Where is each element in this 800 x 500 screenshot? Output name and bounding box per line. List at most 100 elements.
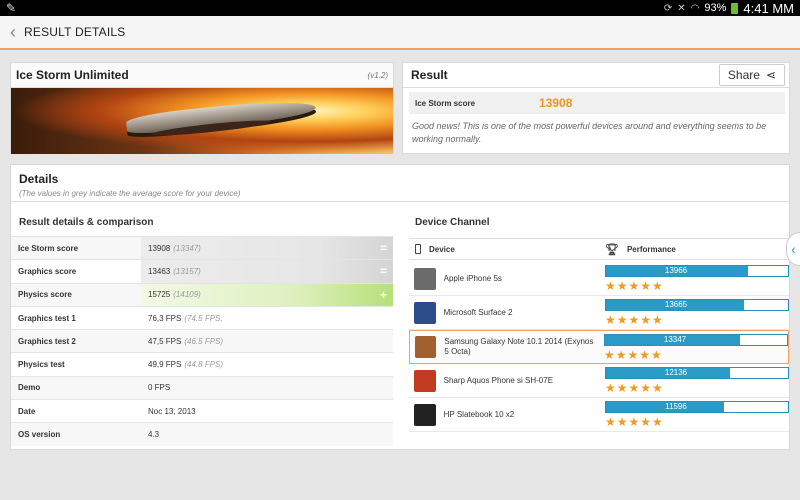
rating-stars: ★★★★★ [605, 415, 664, 429]
result-details-table: Ice Storm score 13908 (13347) = Graphics sco… [11, 236, 393, 446]
divider [11, 201, 789, 202]
detail-row: OS version 4.3 [11, 422, 393, 446]
status-bar: ✎ ⟳ ✕ ◠ 93% 4:41 MM [0, 0, 800, 16]
device-row[interactable]: HP Slatebook 10 x2 11596 ★★★★★ [409, 398, 789, 432]
score-bar: 13966 [605, 265, 789, 277]
detail-row: Physics score 15725 (14109) + [11, 282, 393, 306]
comparison-header: Result details & comparison [19, 217, 154, 228]
details-title: Details [19, 172, 59, 186]
action-bar: ‹ RESULT DETAILS [0, 16, 800, 50]
detail-value: 4.3 [148, 430, 160, 440]
phone-icon [415, 244, 421, 254]
detail-label: OS version [18, 430, 61, 440]
performance-cell: 12136 ★★★★★ [605, 367, 789, 394]
rating-stars: ★★★★★ [605, 279, 664, 293]
detail-value-cell: 47,5 FPS (46.5 FPS) [141, 330, 393, 352]
detail-value: 76,3 FPS [148, 313, 182, 323]
result-message: Good news! This is one of the most power… [412, 121, 767, 144]
detail-label: Date [18, 406, 36, 416]
page-title: RESULT DETAILS [24, 25, 126, 39]
detail-row: Graphics test 1 76,3 FPS (74.5 FPS, [11, 305, 393, 329]
device-row[interactable]: Microsoft Surface 2 13665 ★★★★★ [409, 296, 789, 330]
test-version: (v1.2) [367, 70, 388, 80]
score-label: Ice Storm score [415, 98, 476, 108]
device-name: Samsung Galaxy Note 10.1 2014 (Exynos 5 … [444, 337, 594, 356]
detail-value: 13463 [148, 266, 171, 276]
detail-value-cell: 49,9 FPS (44.8 FPS) [141, 353, 393, 375]
device-thumbnail [414, 267, 436, 290]
test-card: Ice Storm Unlimited (v1.2) [10, 62, 394, 154]
detail-row: Physics test 49,9 FPS (44.8 FPS) [11, 352, 393, 375]
device-name: Apple iPhone 5s [443, 273, 502, 283]
score-bar: 11596 [605, 401, 789, 413]
detail-value-cell: 0 FPS [141, 377, 393, 399]
score-bar-value: 11596 [665, 402, 687, 411]
detail-value: 49,9 FPS [148, 360, 182, 370]
device-channel-column-header: Device 🏆︎ Performance [409, 238, 789, 260]
device-row[interactable]: Sharp Aquos Phone si SH-07E 12136 ★★★★★ [409, 364, 789, 398]
test-name: Ice Storm Unlimited [16, 68, 129, 82]
detail-average: (44.8 FPS) [184, 360, 224, 370]
detail-value-cell: 13908 (13347) = [141, 237, 393, 260]
detail-average: (13157) [173, 266, 201, 276]
detail-row: Graphics score 13463 (13157) = [11, 259, 393, 283]
performance-column: 🏆︎ Performance [599, 243, 676, 256]
detail-label: Graphics test 2 [18, 336, 76, 346]
device-thumbnail [414, 369, 436, 392]
performance-cell: 13665 ★★★★★ [605, 299, 789, 326]
detail-average: (74.5 FPS, [184, 313, 223, 323]
detail-average: (14109) [173, 290, 201, 300]
detail-row: Demo 0 FPS [11, 375, 393, 400]
score-bar-value: 13665 [664, 300, 688, 309]
score-bar-value: 12136 [664, 368, 688, 377]
test-banner-image [11, 88, 393, 154]
device-row[interactable]: Apple iPhone 5s 13966 ★★★★★ [409, 262, 789, 296]
result-title: Result [411, 68, 448, 82]
performance-cell: 11596 ★★★★★ [605, 401, 789, 428]
sync-icon: ⟳ [663, 2, 673, 14]
battery-percent: 93% [704, 2, 727, 14]
detail-label: Physics test [18, 360, 65, 370]
equals-icon: = [379, 264, 387, 279]
detail-label: Demo [18, 383, 41, 393]
device-thumbnail [415, 336, 437, 358]
rating-stars: ★★★★★ [605, 313, 664, 327]
device-column-label: Device [429, 244, 455, 254]
performance-cell: 13966 ★★★★★ [605, 265, 789, 292]
detail-label: Graphics score [18, 266, 77, 276]
device-thumbnail [414, 301, 436, 324]
detail-label: Physics score [18, 290, 72, 300]
equals-icon: = [379, 241, 387, 256]
share-icon: ⋖ [765, 68, 776, 82]
score-bar: 13347 [604, 333, 788, 346]
detail-value: 47,5 FPS [148, 336, 182, 346]
device-thumbnail [414, 403, 436, 426]
detail-label: Graphics test 1 [18, 313, 76, 323]
device-list: Apple iPhone 5s 13966 ★★★★★ Microsoft Surfa… [409, 262, 789, 432]
score-bar: 13665 [605, 299, 789, 311]
share-button[interactable]: Share ⋖ [718, 64, 785, 86]
device-column: Device [409, 244, 599, 254]
score-bar-value: 13966 [664, 266, 688, 275]
pen-icon: ✎ [6, 1, 17, 15]
device-row[interactable]: Samsung Galaxy Note 10.1 2014 (Exynos 5 … [409, 330, 789, 364]
performance-cell: 13347 ★★★★★ [604, 333, 788, 361]
score-bar-value: 13347 [663, 334, 687, 344]
detail-average: (13347) [173, 243, 201, 253]
detail-value-cell: 15725 (14109) + [141, 283, 393, 306]
score-value: 13908 [539, 96, 573, 110]
device-name: Microsoft Surface 2 [443, 307, 513, 317]
wifi-icon: ◠ [690, 2, 700, 14]
chevron-left-icon: ‹ [791, 241, 796, 257]
device-channel-header: Device Channel [415, 217, 490, 228]
result-card: Result Share ⋖ Ice Storm score 13908 Goo… [402, 62, 790, 154]
result-header: Result Share ⋖ [403, 63, 789, 88]
mute-icon: ✕ [677, 2, 686, 14]
detail-value-cell: 4.3 [141, 423, 393, 445]
plus-icon: + [379, 287, 387, 302]
clock: 4:41 MM [743, 0, 794, 16]
chevron-left-icon[interactable]: ‹ [2, 22, 24, 43]
score-bar: 12136 [605, 367, 789, 379]
detail-value: 15725 [148, 290, 171, 300]
details-card: Details (The values in grey indicate the… [10, 164, 790, 450]
